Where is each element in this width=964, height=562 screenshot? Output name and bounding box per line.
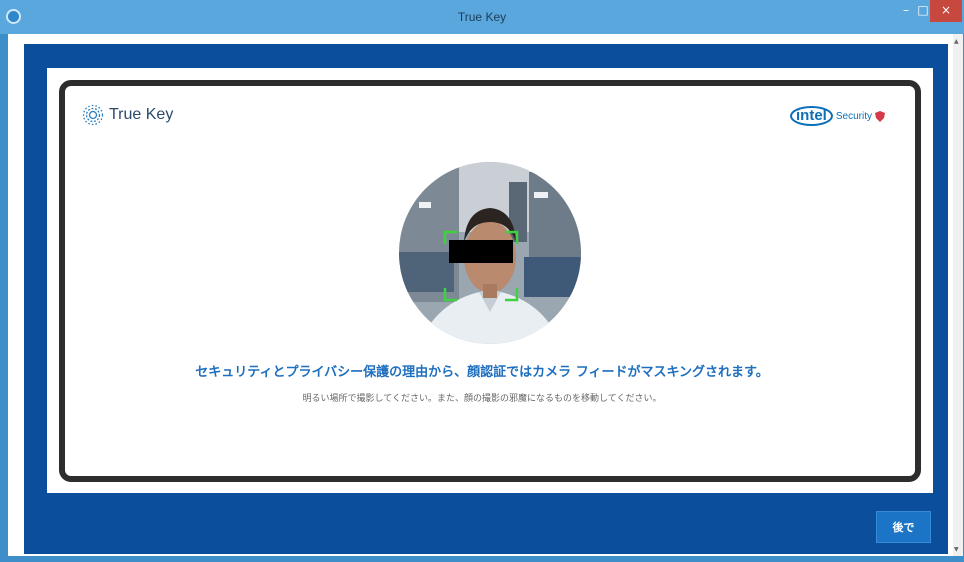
- security-wordmark: Security: [835, 110, 872, 122]
- close-button[interactable]: ×: [930, 0, 962, 22]
- camera-feed: [399, 162, 581, 344]
- title-bar[interactable]: True Key – □ ×: [0, 0, 964, 34]
- shield-icon: [874, 110, 885, 122]
- sub-message: 明るい場所で撮影してください。また、顔の撮影の邪魔になるものを移動してください。: [302, 394, 662, 404]
- true-key-icon: [82, 104, 104, 126]
- intel-security-logo: intel Security: [790, 106, 885, 126]
- app-window: True Key – □ × ▲ ▼ True Key intel Securi…: [0, 0, 964, 562]
- main-message: セキュリティとプライバシー保護の理由から、顔認証ではカメラ フィードがマスキング…: [195, 365, 769, 380]
- intel-wordmark: intel: [790, 106, 833, 126]
- brand-name: True Key: [109, 106, 174, 123]
- scroll-down-arrow-icon[interactable]: ▼: [954, 546, 959, 553]
- camera-feed-image: [399, 162, 581, 344]
- scroll-up-arrow-icon[interactable]: ▲: [954, 38, 959, 45]
- window-title: True Key: [457, 10, 507, 24]
- later-button[interactable]: 後で: [876, 511, 931, 543]
- vertical-scrollbar[interactable]: [953, 34, 963, 556]
- true-key-logo: True Key: [82, 104, 173, 126]
- face-mask: [449, 240, 513, 263]
